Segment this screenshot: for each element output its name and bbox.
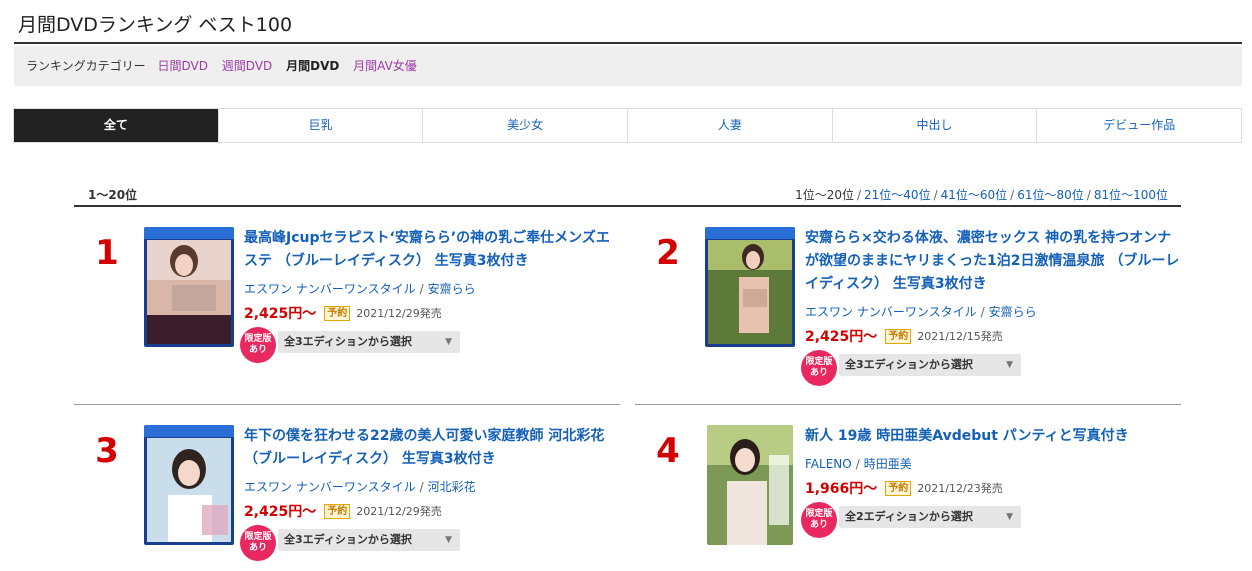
product-title-link[interactable]: 最高峰Jcupセラピスト‘安齋らら’の神の乳ご奉仕メンズエステ （ブルーレイディ…: [244, 227, 619, 273]
edition-select[interactable]: 全3エディションから選択 ▼: [278, 331, 460, 353]
actress-link[interactable]: 河北彩花: [428, 480, 476, 494]
product-title-link[interactable]: 年下の僕を狂わせる22歳の美人可愛い家庭教師 河北彩花 （ブルーレイディスク） …: [244, 425, 619, 471]
edition-select[interactable]: 全3エディションから選択 ▼: [839, 354, 1021, 376]
range-link-81-100[interactable]: 81位〜100位: [1094, 188, 1168, 202]
ranking-category-bar: ランキングカテゴリー 日間DVD 週間DVD 月間DVD 月間AV女優: [14, 46, 1242, 86]
range-pagination: 1位〜20位/21位〜40位/41位〜60位/61位〜80位/81位〜100位: [795, 188, 1168, 202]
range-link-41-60[interactable]: 41位〜60位: [941, 188, 1008, 202]
maker-link[interactable]: エスワン ナンバーワンスタイル: [244, 282, 416, 296]
ranking-item: 3 年下の僕を狂わせる22歳の美人可愛い家庭教師 河北彩花 （ブルーレイディスク…: [74, 425, 619, 571]
release-date: 2021/12/29発売: [356, 505, 442, 518]
ranking-item: 4 新人 19歳 時田亜美Avdebut パンティと写真付き FALENO / 時田…: [635, 425, 1180, 571]
price: 2,425円〜: [244, 306, 317, 322]
chevron-down-icon: ▼: [1006, 360, 1013, 370]
tab-bishoujo[interactable]: 美少女: [423, 109, 629, 142]
tab-all[interactable]: 全て: [14, 109, 219, 142]
preorder-badge: 予約: [885, 480, 912, 496]
ranking-item: 1 最高峰Jcupセラピスト‘安齋らら’の神の乳ご奉仕メンズエステ （ブルーレイ…: [74, 227, 619, 397]
range-heading: 1〜20位: [88, 188, 138, 202]
price: 2,425円〜: [805, 329, 878, 345]
genre-tabs: 全て 巨乳 美少女 人妻 中出し デビュー作品: [13, 108, 1242, 143]
tab-married[interactable]: 人妻: [628, 109, 833, 142]
maker-link[interactable]: エスワン ナンバーワンスタイル: [244, 480, 416, 494]
rank-number: 2: [656, 233, 680, 273]
tab-debut[interactable]: デビュー作品: [1037, 109, 1241, 142]
rank-number: 3: [95, 431, 119, 471]
limited-edition-badge: 限定版 あり: [801, 502, 837, 538]
release-date: 2021/12/29発売: [356, 307, 442, 320]
limited-edition-badge: 限定版 あり: [240, 525, 276, 561]
preorder-badge: 予約: [324, 503, 351, 519]
product-cover-image[interactable]: [705, 227, 795, 347]
category-monthly-actress[interactable]: 月間AV女優: [353, 59, 417, 73]
list-top-rule: [74, 205, 1181, 207]
row-divider: [74, 404, 620, 405]
actress-link[interactable]: 安齋らら: [428, 282, 476, 296]
category-monthly-dvd[interactable]: 月間DVD: [286, 59, 339, 73]
edition-select[interactable]: 全3エディションから選択 ▼: [278, 529, 460, 551]
price: 1,966円〜: [805, 481, 878, 497]
limited-edition-badge: 限定版 あり: [801, 350, 837, 386]
ranking-item: 2 安齋らら×交わる体液、濃密セックス 神の乳を持つオンナが欲望のままにヤリまく…: [635, 227, 1180, 397]
actress-link[interactable]: 時田亜美: [864, 457, 912, 471]
row-divider: [635, 404, 1181, 405]
preorder-badge: 予約: [885, 328, 912, 344]
rank-number: 4: [656, 431, 680, 471]
product-cover-image[interactable]: [707, 425, 793, 545]
range-link-21-40[interactable]: 21位〜40位: [864, 188, 931, 202]
range-current: 1位〜20位: [795, 188, 854, 202]
release-date: 2021/12/15発売: [917, 330, 1003, 343]
chevron-down-icon: ▼: [1006, 512, 1013, 522]
preorder-badge: 予約: [324, 305, 351, 321]
rank-number: 1: [95, 233, 119, 273]
page-title: 月間DVDランキング ベスト100: [14, 8, 1242, 44]
product-cover-image[interactable]: [144, 227, 234, 347]
tab-big-breasts[interactable]: 巨乳: [219, 109, 424, 142]
price: 2,425円〜: [244, 504, 317, 520]
category-daily-dvd[interactable]: 日間DVD: [157, 59, 207, 73]
actress-link[interactable]: 安齋らら: [989, 305, 1037, 319]
chevron-down-icon: ▼: [445, 535, 452, 545]
maker-link[interactable]: FALENO: [805, 457, 852, 471]
maker-link[interactable]: エスワン ナンバーワンスタイル: [805, 305, 977, 319]
category-label: ランキングカテゴリー: [26, 59, 146, 73]
edition-select[interactable]: 全2エディションから選択 ▼: [839, 506, 1021, 528]
limited-edition-badge: 限定版 あり: [240, 327, 276, 363]
tab-creampie[interactable]: 中出し: [833, 109, 1038, 142]
chevron-down-icon: ▼: [445, 337, 452, 347]
product-title-link[interactable]: 安齋らら×交わる体液、濃密セックス 神の乳を持つオンナが欲望のままにヤリまくった…: [805, 227, 1180, 296]
product-cover-image[interactable]: [144, 425, 234, 545]
release-date: 2021/12/23発売: [917, 482, 1003, 495]
category-weekly-dvd[interactable]: 週間DVD: [222, 59, 272, 73]
product-title-link[interactable]: 新人 19歳 時田亜美Avdebut パンティと写真付き: [805, 425, 1180, 448]
range-link-61-80[interactable]: 61位〜80位: [1017, 188, 1084, 202]
